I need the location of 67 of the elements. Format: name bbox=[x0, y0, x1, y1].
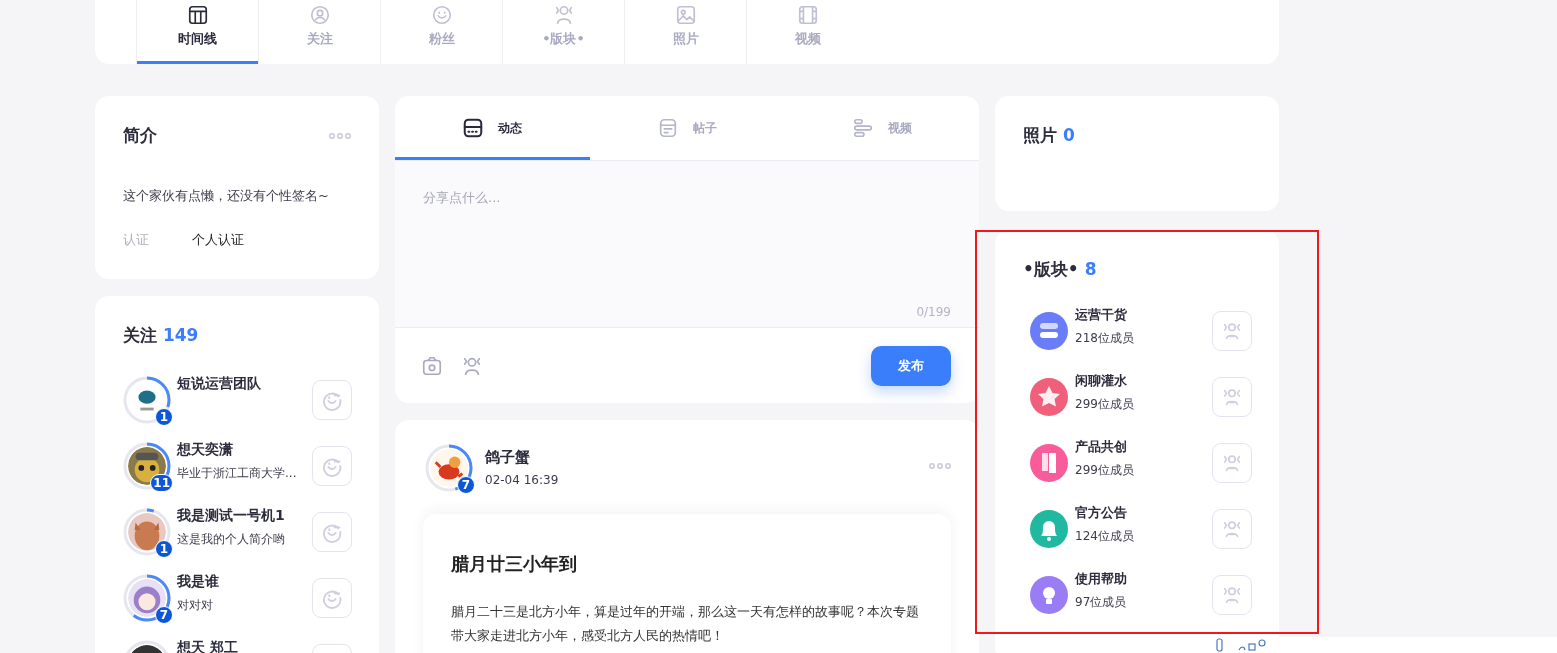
follow-button[interactable] bbox=[312, 578, 352, 618]
join-button[interactable] bbox=[1212, 311, 1252, 351]
group-icon bbox=[1221, 320, 1243, 342]
article-title[interactable]: 腊月廿三小年到 bbox=[451, 552, 923, 576]
level-badge: 11 bbox=[150, 474, 173, 492]
image-icon bbox=[674, 4, 697, 26]
smile-icon bbox=[430, 4, 453, 26]
member-count: 97位成员 bbox=[1075, 594, 1128, 611]
bulb-icon bbox=[1030, 576, 1068, 614]
post-time: 02-04 16:39 bbox=[485, 473, 560, 487]
layers-icon bbox=[1030, 312, 1068, 350]
publish-button[interactable]: 发布 bbox=[871, 345, 951, 386]
more-icon[interactable] bbox=[929, 463, 951, 469]
follow-button[interactable] bbox=[312, 380, 352, 420]
user-name[interactable]: 我是谁 bbox=[177, 573, 312, 591]
user-icon bbox=[308, 4, 331, 26]
level-badge: 1 bbox=[155, 540, 173, 558]
bell-icon bbox=[1030, 510, 1068, 548]
board-name[interactable]: 运营干货 bbox=[1075, 306, 1212, 324]
list-icon bbox=[462, 117, 485, 139]
join-button[interactable] bbox=[1212, 443, 1252, 483]
card-title: •版块• 8 bbox=[1023, 258, 1098, 281]
author-name[interactable]: 鸽子蟹 bbox=[485, 448, 923, 467]
follow-button[interactable] bbox=[312, 512, 352, 552]
board-name[interactable]: 闲聊灌水 bbox=[1075, 372, 1212, 390]
group-icon bbox=[1221, 452, 1243, 474]
group-icon bbox=[1221, 584, 1243, 606]
member-count: 218位成员 bbox=[1075, 330, 1135, 347]
user-bio: 毕业于浙江工商大学... bbox=[177, 465, 298, 482]
follow-button[interactable] bbox=[312, 446, 352, 486]
more-icon[interactable] bbox=[329, 132, 351, 139]
join-button[interactable] bbox=[1212, 575, 1252, 615]
field-value: 个人认证 bbox=[192, 231, 244, 249]
board-name[interactable]: 使用帮助 bbox=[1075, 570, 1212, 588]
group-icon bbox=[1221, 386, 1243, 408]
ruler-icon bbox=[1030, 444, 1068, 482]
bars-icon bbox=[851, 117, 874, 139]
group-icon bbox=[1221, 518, 1243, 540]
card-title: 简介 bbox=[123, 124, 157, 147]
join-button[interactable] bbox=[1212, 509, 1252, 549]
film-icon bbox=[796, 4, 819, 26]
user-name[interactable]: 想天奕潇 bbox=[177, 441, 312, 459]
board-name[interactable]: 官方公告 bbox=[1075, 504, 1212, 522]
card-title: 照片 0 bbox=[1023, 124, 1076, 147]
user-name[interactable]: 短说运营团队 bbox=[177, 375, 312, 393]
level-badge: 1 bbox=[155, 408, 173, 426]
post-input[interactable]: 分享点什么... bbox=[423, 189, 951, 289]
layout-icon bbox=[186, 4, 209, 26]
member-count: 299位成员 bbox=[1075, 462, 1135, 479]
document-icon bbox=[657, 117, 679, 139]
progress-ring bbox=[123, 640, 171, 653]
card-title: 关注 149 bbox=[123, 324, 200, 347]
member-count: 124位成员 bbox=[1075, 528, 1135, 545]
article-text: 腊月二十三是北方小年，算是过年的开端，那么这一天有怎样的故事呢？本次专题带大家走进北方小年，感受北方人民的热情吧！ bbox=[451, 603, 920, 645]
bio-text: 这个家伙有点懒，还没有个性签名~ bbox=[123, 187, 330, 205]
level-badge: 7 bbox=[457, 476, 475, 494]
profile-tab[interactable]: 时间线 bbox=[136, 0, 258, 64]
user-bio: 对对对 bbox=[177, 597, 214, 614]
char-counter: 0/199 bbox=[916, 305, 951, 319]
composer-tab[interactable]: 动态 bbox=[395, 96, 590, 160]
board-name[interactable]: 产品共创 bbox=[1075, 438, 1212, 456]
user-name[interactable]: 我是测试一号机1 bbox=[177, 507, 312, 525]
user-bio: 这是我的个人简介哟 bbox=[177, 531, 286, 548]
field-label: 认证 bbox=[123, 231, 150, 249]
member-count: 299位成员 bbox=[1075, 396, 1135, 413]
camera-icon[interactable] bbox=[421, 354, 443, 377]
join-button[interactable] bbox=[1212, 377, 1252, 417]
